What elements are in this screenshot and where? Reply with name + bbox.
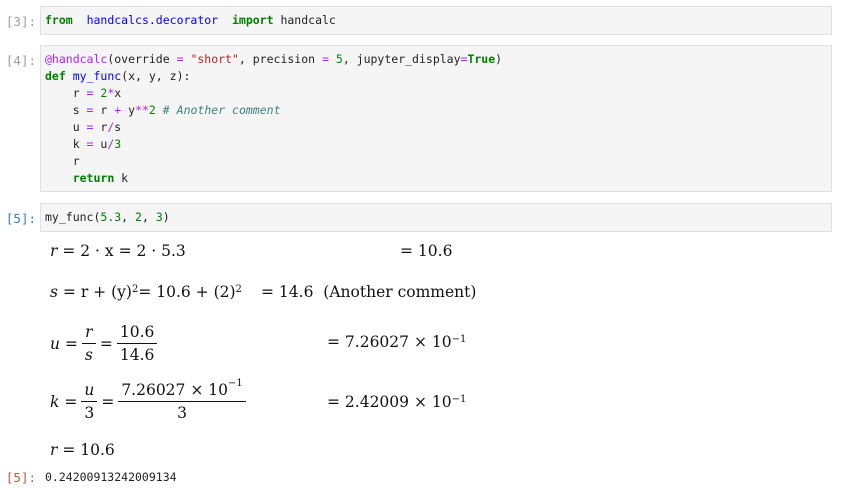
fraction: rs xyxy=(82,323,96,364)
code-line: def my_func(x, y, z): xyxy=(45,69,191,83)
output-value: 0.24200913242009134 xyxy=(45,470,177,484)
math-line-r-final: r = 10.6 xyxy=(50,441,115,459)
code-cell-4[interactable]: @handcalc(override = "short", precision … xyxy=(40,45,832,192)
math-result-r: = 10.6 xyxy=(400,242,453,260)
code-editor[interactable]: my_func(5.3, 2, 3) xyxy=(45,209,831,226)
code-line: my_func(5.3, 2, 3) xyxy=(45,210,170,224)
input-prompt-4: [4]: xyxy=(5,53,36,68)
code-line: s = r + y**2 # Another comment xyxy=(45,103,281,117)
math-result-k: = 2.42009 × 10 −1 xyxy=(327,393,467,411)
math-line-k: k = u 3 = 7.26027 × 10−1 3 xyxy=(50,378,250,422)
math-line-s: s = r + (y) 2 = 10.6 + (2) 2 xyxy=(50,283,242,301)
fraction: u3 xyxy=(81,381,98,422)
code-line: u = r/s xyxy=(45,120,122,134)
code-line: @handcalc(override = "short", precision … xyxy=(45,52,503,66)
code-line: k = u/3 xyxy=(45,137,122,151)
fraction: 7.26027 × 10−1 3 xyxy=(118,378,246,422)
code-cell-3[interactable]: from handcalcs.decorator import handcalc xyxy=(40,6,832,35)
code-editor[interactable]: from handcalcs.decorator import handcalc xyxy=(45,12,831,29)
math-result-u: = 7.26027 × 10 −1 xyxy=(327,333,467,351)
math-line-u: u = r s = 10.6 14.6 xyxy=(50,323,161,364)
input-prompt-3: [3]: xyxy=(5,14,36,29)
input-prompt-5: [5]: xyxy=(5,211,36,226)
math-result-s: = 14.6 (Another comment) xyxy=(261,283,477,301)
math-line-r: r = 2 · x = 2 · 5.3 xyxy=(50,242,186,260)
code-line: return k xyxy=(72,171,129,185)
output-prompt-5: [5]: xyxy=(5,470,36,485)
fraction: 10.6 14.6 xyxy=(116,323,158,364)
code-line: r xyxy=(45,154,80,168)
code-line: from handcalcs.decorator import handcalc xyxy=(45,13,336,27)
code-line: r = 2*x xyxy=(45,86,122,100)
code-editor[interactable]: @handcalc(override = "short", precision … xyxy=(45,51,831,187)
comment-text: (Another comment) xyxy=(323,283,477,301)
code-cell-5[interactable]: my_func(5.3, 2, 3) xyxy=(40,203,832,232)
